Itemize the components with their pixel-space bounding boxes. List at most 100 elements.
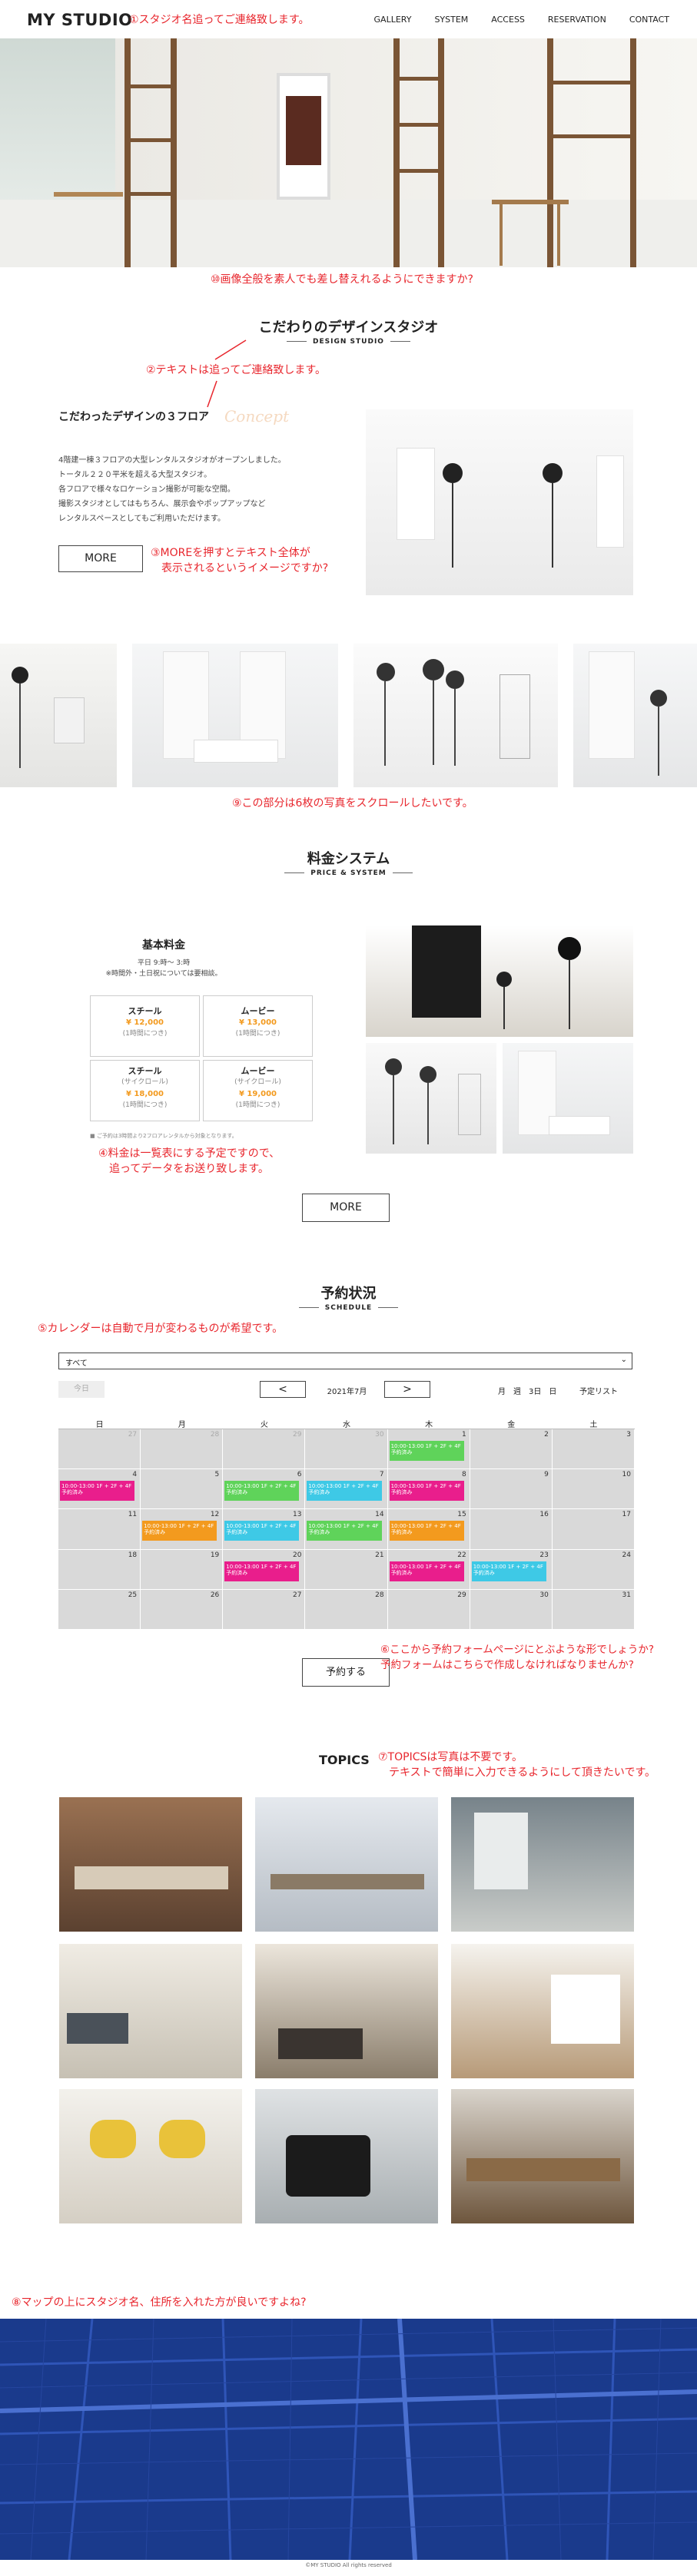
calendar-day-cell[interactable]: 11 <box>58 1509 141 1550</box>
view-week[interactable]: 週 <box>513 1385 521 1396</box>
calendar-weekday-header: 月 <box>141 1418 224 1429</box>
calendar-day-cell[interactable]: 28 <box>141 1429 224 1470</box>
topic-photo-1[interactable] <box>59 1797 242 1932</box>
calendar-event[interactable]: 10:00-13:00 1F + 2F + 4F 予約済み <box>389 1481 464 1502</box>
note-calendar-auto: ⑤カレンダーは自動で月が変わるものが希望です。 <box>38 1323 284 1335</box>
note-topics-text: ⑦TOPICSは写真は不要です。 テキストで簡単に入力できるようにして頂きたいで… <box>378 1751 656 1779</box>
view-day[interactable]: 日 <box>549 1385 556 1396</box>
note-reserve-form: ⑥ここから予約フォームページにとぶような形でしょうか? 予約フォームはこちらで作… <box>380 1644 655 1671</box>
calendar-event[interactable]: 10:00-13:00 1F + 2F + 4F 予約済み <box>60 1481 135 1502</box>
view-list[interactable]: 予定リスト <box>579 1385 618 1396</box>
topic-photo-8[interactable] <box>255 2089 438 2223</box>
topic-photo-3[interactable] <box>451 1797 634 1932</box>
calendar-day-cell[interactable]: 28 <box>305 1589 388 1630</box>
calendar-day-cell[interactable]: 21 <box>305 1549 388 1590</box>
footer-copyright: ©MY STUDIO All rights reserved <box>305 2562 392 2568</box>
price-card-movie: ムービー ¥ 13,000 (1時間につき) <box>203 995 313 1057</box>
nav-gallery[interactable]: GALLERY <box>374 15 412 25</box>
calendar-prev-button[interactable]: < <box>260 1381 306 1398</box>
design-script: Concept <box>224 407 290 425</box>
calendar-event[interactable]: 10:00-13:00 1F + 2F + 4F 予約済み <box>224 1561 300 1581</box>
calendar-day-cell[interactable]: 30 <box>470 1589 553 1630</box>
calendar-day-cell[interactable]: 16 <box>470 1509 553 1550</box>
price-card-still-cyclorama: スチール (サイクロール) ¥ 18,000 (1時間につき) <box>90 1060 200 1121</box>
calendar-day-cell[interactable]: 5 <box>141 1469 224 1510</box>
calendar-weekday-header: 木 <box>387 1418 470 1429</box>
calendar-day-cell[interactable]: 29 <box>223 1429 306 1470</box>
calendar-day-cell[interactable]: 29 <box>387 1589 470 1630</box>
calendar-day-cell[interactable]: 25 <box>58 1589 141 1630</box>
price-more-button[interactable]: MORE <box>302 1194 390 1222</box>
calendar-event[interactable]: 10:00-13:00 1F + 2F + 4F 予約済み <box>224 1521 300 1541</box>
calendar-view-switch: 月 週 3日 日 <box>498 1385 556 1396</box>
main-nav: GALLERY SYSTEM ACCESS RESERVATION CONTAC… <box>374 15 669 25</box>
calendar-event[interactable]: 10:00-13:00 1F + 2F + 4F 予約済み <box>142 1521 217 1541</box>
note-more: ③MOREを押すとテキスト全体が 表示されるというイメージですか? <box>151 547 329 574</box>
calendar-day-cell[interactable]: 2 <box>470 1429 553 1470</box>
calendar-day-cell[interactable]: 17 <box>552 1509 635 1550</box>
calendar-event[interactable]: 10:00-13:00 1F + 2F + 4F 予約済み <box>389 1441 464 1461</box>
calendar-day-cell[interactable]: 3 <box>552 1429 635 1470</box>
calendar-weekday-header: 水 <box>305 1418 388 1429</box>
nav-system[interactable]: SYSTEM <box>434 15 468 25</box>
calendar-event[interactable]: 10:00-13:00 1F + 2F + 4F 予約済み <box>389 1561 464 1581</box>
price-photo-3 <box>503 1043 633 1154</box>
calendar-event[interactable]: 10:00-13:00 1F + 2F + 4F 予約済み <box>389 1521 464 1541</box>
reserve-title: 予約状況 <box>320 1286 377 1302</box>
design-title: こだわりのデザインスタジオ <box>258 320 439 336</box>
nav-contact[interactable]: CONTACT <box>629 15 669 25</box>
calendar-day-cell[interactable]: 18 <box>58 1549 141 1590</box>
calendar-weekday-header: 火 <box>223 1418 306 1429</box>
price-hours-note: ※時間外・土日祝については要相談。 <box>105 970 222 978</box>
price-footnote: ■ ご予約は3時間より2フロアレンタルから対象となります。 <box>90 1133 237 1139</box>
topic-photo-6[interactable] <box>451 1944 634 2078</box>
topic-photo-5[interactable] <box>255 1944 438 2078</box>
calendar-day-cell[interactable]: 27 <box>223 1589 306 1630</box>
calendar-weekday-header: 土 <box>552 1418 635 1429</box>
note-price-table: ④料金は一覧表にする予定ですので、 追ってデータをお送り致します。 <box>98 1147 280 1175</box>
topic-photo-9[interactable] <box>451 2089 634 2223</box>
calendar-event[interactable]: 10:00-13:00 1F + 2F + 4F 予約済み <box>471 1561 546 1581</box>
calendar-day-cell[interactable]: 24 <box>552 1549 635 1590</box>
calendar-day-cell[interactable]: 10 <box>552 1469 635 1510</box>
price-card-movie-cyclorama: ムービー (サイクロール) ¥ 19,000 (1時間につき) <box>203 1060 313 1121</box>
gallery-photo-1 <box>0 644 117 787</box>
calendar-next-button[interactable]: > <box>384 1381 430 1398</box>
gallery-photo-2 <box>132 644 338 787</box>
design-studio-photo <box>366 409 633 595</box>
topic-photo-4[interactable] <box>59 1944 242 2078</box>
view-month[interactable]: 月 <box>498 1385 506 1396</box>
site-logo[interactable]: MY STUDIO <box>27 11 133 29</box>
price-hours: 平日 9:時〜 3:時 <box>137 959 191 967</box>
hero-image <box>0 38 697 267</box>
calendar-today-button[interactable]: 今日 <box>58 1381 105 1398</box>
calendar-day-cell[interactable]: 9 <box>470 1469 553 1510</box>
price-basic-title: 基本料金 <box>142 939 185 952</box>
note-gallery-scroll: ⑨この部分は6枚の写真をスクロールしたいです。 <box>232 797 473 810</box>
calendar-day-cell[interactable]: 30 <box>305 1429 388 1470</box>
nav-reservation[interactable]: RESERVATION <box>548 15 606 25</box>
reserve-button[interactable]: 予約する <box>302 1658 390 1687</box>
calendar-grid: 日月火水木金土 27 28 29 30 1 2 3 4 5 6 7 8 9 10 11 12 13 14 15 16 17… <box>58 1418 635 1630</box>
chevron-down-icon: ⌄ <box>620 1356 627 1364</box>
view-3day[interactable]: 3日 <box>529 1385 541 1396</box>
nav-access[interactable]: ACCESS <box>491 15 525 25</box>
topic-photo-2[interactable] <box>255 1797 438 1932</box>
price-photo-main <box>366 925 633 1037</box>
note-hero-images: ⑩画像全般を素人でも差し替えれるようにできますか? <box>211 273 473 286</box>
calendar-filter-select[interactable]: すべて ⌄ <box>58 1353 632 1369</box>
calendar-event[interactable]: 10:00-13:00 1F + 2F + 4F 予約済み <box>307 1481 382 1502</box>
site-header: MY STUDIO ①スタジオ名追ってご連絡致します。 GALLERY SYST… <box>0 0 697 38</box>
access-map[interactable] <box>0 2319 697 2560</box>
gallery-photo-4 <box>573 644 697 787</box>
calendar-day-cell[interactable]: 19 <box>141 1549 224 1590</box>
calendar-day-cell[interactable]: 26 <box>141 1589 224 1630</box>
reserve-subtitle: SCHEDULE <box>0 1304 697 1312</box>
calendar-day-cell[interactable]: 27 <box>58 1429 141 1470</box>
topic-photo-7[interactable] <box>59 2089 242 2223</box>
design-more-button[interactable]: MORE <box>58 545 143 572</box>
calendar-day-cell[interactable]: 31 <box>552 1589 635 1630</box>
calendar-event[interactable]: 10:00-13:00 1F + 2F + 4F 予約済み <box>224 1481 300 1502</box>
calendar-event[interactable]: 10:00-13:00 1F + 2F + 4F 予約済み <box>307 1521 382 1541</box>
price-photo-2 <box>366 1043 496 1154</box>
